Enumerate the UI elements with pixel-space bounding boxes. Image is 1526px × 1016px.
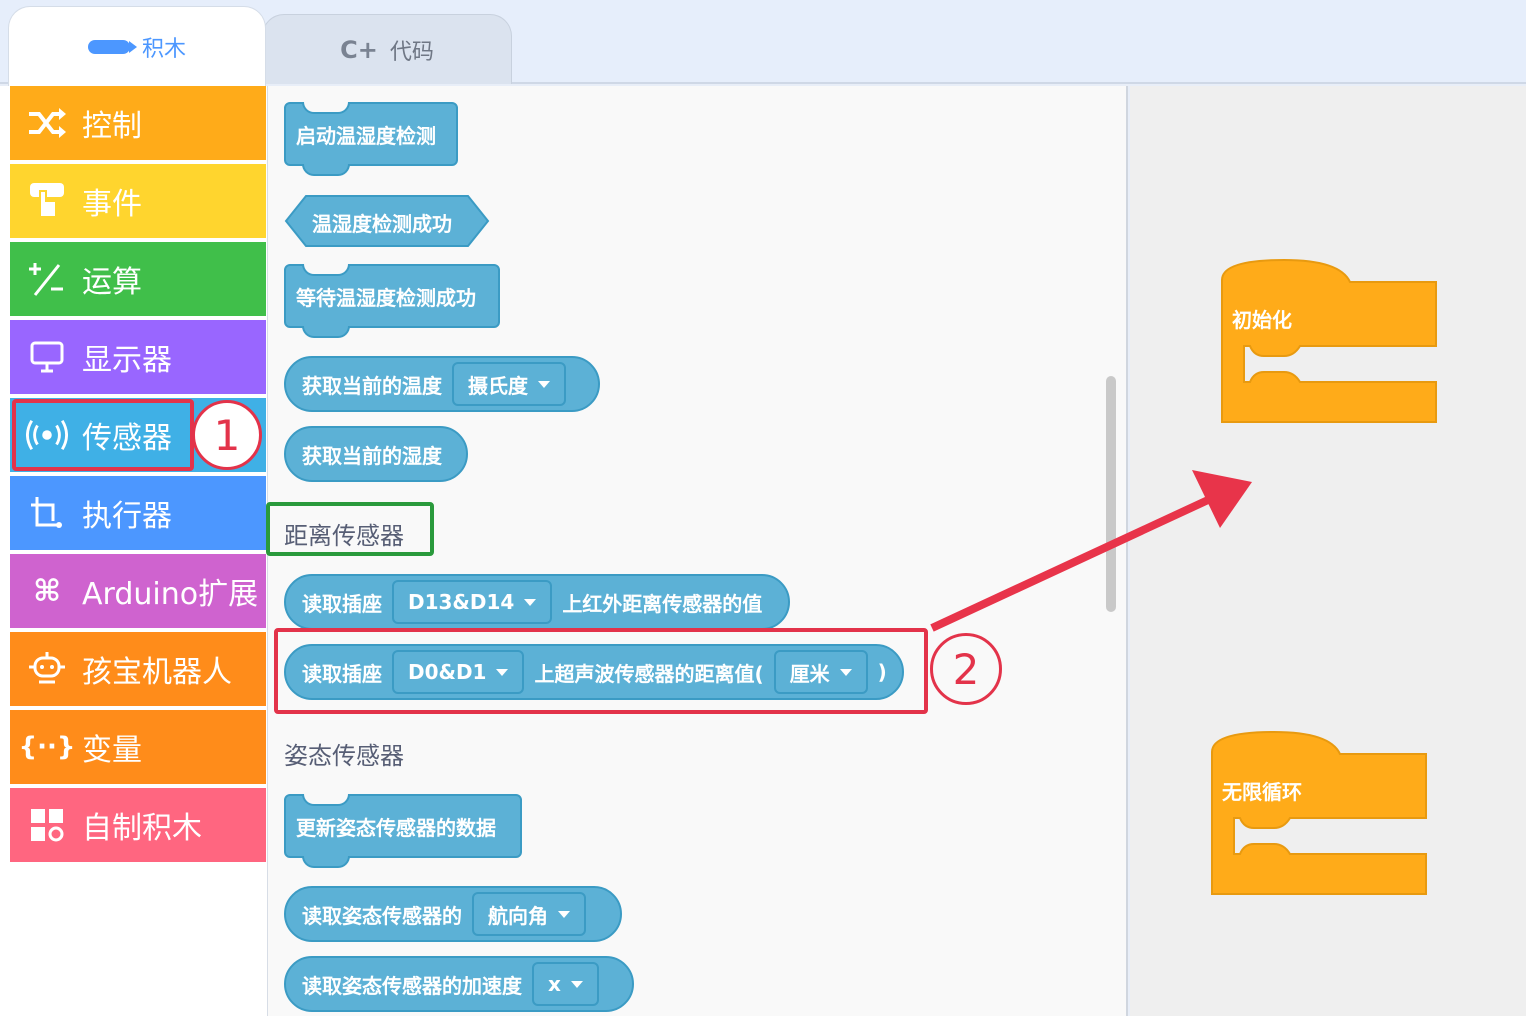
category-operators[interactable]: 运算 (10, 242, 266, 316)
palette-scrollbar[interactable] (1106, 376, 1116, 612)
caret-down-icon (538, 380, 550, 388)
dropdown-value: x (548, 972, 561, 996)
block-read-acceleration[interactable]: 读取姿态传感器的加速度 x (284, 956, 634, 1012)
actuator-icon (26, 492, 68, 534)
category-label: 自制积木 (82, 811, 202, 846)
dropdown-value: D13&D14 (408, 590, 515, 614)
block-label: 读取插座 (302, 591, 382, 616)
dropdown-value: 航向角 (488, 903, 548, 928)
section-attitude-sensor: 姿态传感器 (284, 742, 404, 770)
block-label: 读取姿态传感器的 (302, 903, 462, 928)
tab-bar: C+ 代码 积木 (0, 0, 1526, 86)
block-get-temperature[interactable]: 获取当前的温度 摄氏度 (284, 356, 600, 412)
block-label: 等待温湿度检测成功 (296, 285, 476, 310)
category-actuator[interactable]: 执行器 (10, 476, 266, 550)
caret-down-icon (524, 598, 537, 606)
tab-code[interactable]: C+ 代码 (262, 14, 512, 84)
category-control[interactable]: 控制 (10, 86, 266, 160)
block-read-attitude[interactable]: 读取姿态传感器的 航向角 (284, 886, 622, 942)
block-label: 启动温湿度检测 (296, 123, 436, 148)
block-read-ir-distance[interactable]: 读取插座 D13&D14 上红外距离传感器的值 (284, 574, 790, 630)
hat-block-forever[interactable]: 无限循环 (1210, 730, 1430, 896)
temperature-unit-dropdown[interactable]: 摄氏度 (452, 362, 566, 406)
step-2-marker: 2 (930, 633, 1002, 705)
hat-block-init[interactable]: 初始化 (1220, 258, 1440, 424)
block-label: 上红外距离传感器的值 (562, 591, 763, 616)
block-palette: 启动温湿度检测 温湿度检测成功 等待温湿度检测成功 获取当前的温度 摄氏度 获取… (266, 86, 1128, 1016)
category-events[interactable]: 事件 (10, 164, 266, 238)
category-my-blocks[interactable]: 自制积木 (10, 788, 266, 862)
step-1-marker: 1 (192, 400, 262, 470)
category-arduino[interactable]: ⌘ Arduino扩展 (10, 554, 266, 628)
blocks-icon (87, 39, 137, 54)
category-label: 变量 (82, 733, 142, 768)
tab-code-label: 代码 (389, 39, 434, 65)
category-list: 控制 事件 运算 显示器 传感器 执行器 ⌘ Arduino扩展 孩宝机器人 {… (0, 86, 268, 1016)
category-robot[interactable]: 孩宝机器人 (10, 632, 266, 706)
braces-icon: {··} (18, 732, 76, 762)
category-label: 事件 (82, 187, 142, 222)
script-workspace[interactable]: 初始化 无限循环 (1130, 86, 1526, 1016)
tab-blocks-label: 积木 (141, 36, 186, 62)
category-label: 显示器 (82, 343, 172, 378)
caret-down-icon (558, 910, 570, 918)
category-label: 运算 (82, 265, 142, 300)
category-display[interactable]: 显示器 (10, 320, 266, 394)
block-wait-humidity[interactable]: 等待温湿度检测成功 (284, 264, 500, 338)
plus-minus-icon (26, 258, 68, 300)
block-get-humidity[interactable]: 获取当前的湿度 (284, 426, 468, 482)
dropdown-value: 摄氏度 (468, 373, 528, 398)
block-update-attitude[interactable]: 更新姿态传感器的数据 (284, 794, 522, 868)
hat-block-forever-label: 无限循环 (1222, 780, 1302, 804)
block-start-humidity[interactable]: 启动温湿度检测 (284, 102, 458, 176)
category-label: 控制 (82, 109, 142, 144)
category-label: 执行器 (82, 499, 172, 534)
attitude-option-dropdown[interactable]: 航向角 (472, 892, 586, 936)
category-label: 孩宝机器人 (82, 655, 232, 690)
block-label: 获取当前的温度 (302, 373, 442, 398)
acceleration-axis-dropdown[interactable]: x (532, 962, 599, 1006)
highlight-distance-section (266, 502, 434, 556)
grid-gear-icon (26, 804, 68, 846)
block-label: 温湿度检测成功 (312, 212, 452, 236)
block-humidity-success[interactable]: 温湿度检测成功 (284, 194, 490, 248)
caret-down-icon (570, 980, 583, 988)
highlight-sensor-category (12, 399, 194, 471)
ir-port-dropdown[interactable]: D13&D14 (392, 580, 553, 624)
category-variables[interactable]: {··} 变量 (10, 710, 266, 784)
tab-blocks[interactable]: 积木 (8, 6, 266, 86)
shuffle-icon (26, 102, 68, 144)
block-label: 读取姿态传感器的加速度 (302, 973, 522, 998)
monitor-icon (26, 336, 68, 378)
block-label: 更新姿态传感器的数据 (296, 815, 496, 840)
highlight-ultrasonic-block (274, 628, 928, 714)
robot-icon (26, 648, 68, 690)
hand-icon (26, 180, 68, 222)
hat-block-init-label: 初始化 (1232, 308, 1292, 332)
block-label: 获取当前的湿度 (302, 443, 442, 468)
command-icon: ⌘ (33, 573, 61, 609)
category-label: Arduino扩展 (82, 577, 259, 612)
cplusplus-icon: C+ (340, 35, 378, 64)
